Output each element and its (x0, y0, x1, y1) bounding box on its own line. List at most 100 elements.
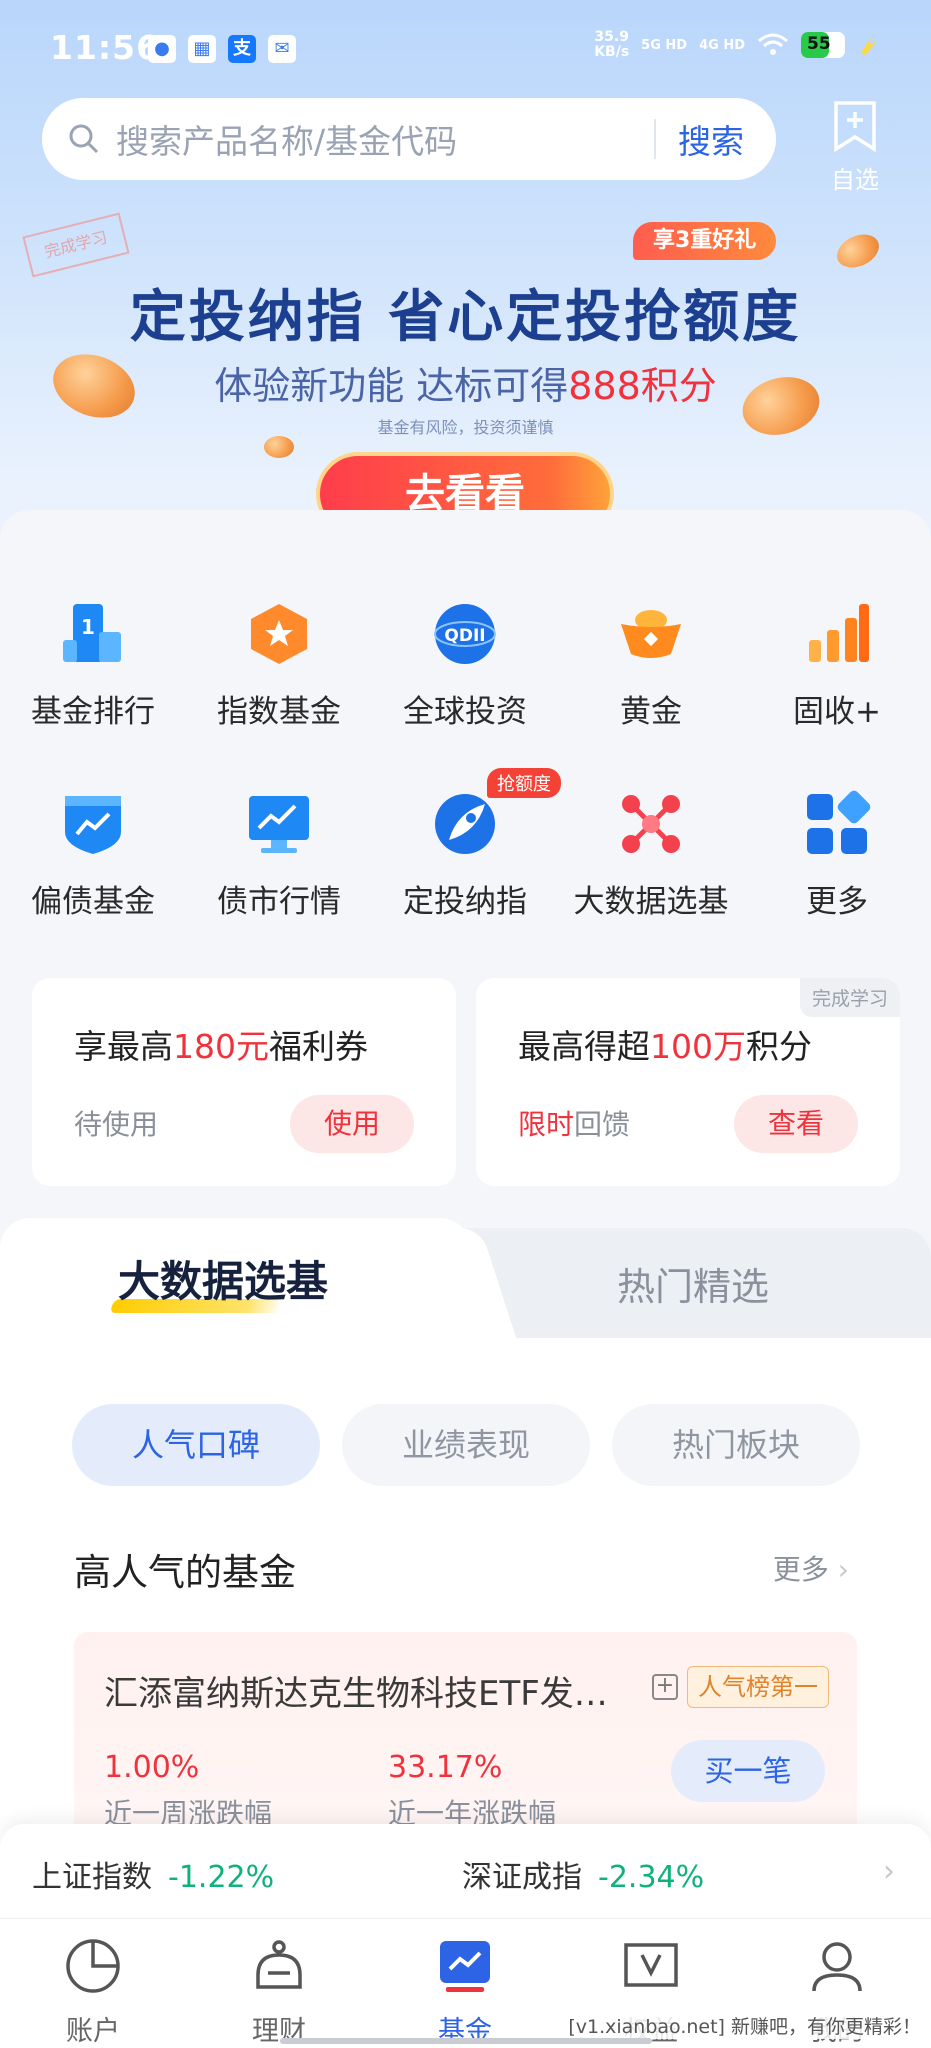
favorites-button[interactable]: 自选 (822, 100, 888, 195)
pie-chart-icon (66, 1939, 120, 1993)
menu-bond-fund[interactable]: 偏债基金 (0, 790, 186, 921)
status-right: 35.9 KB/s 5G HD 4G HD 55 (594, 30, 881, 60)
coin-icon (831, 228, 885, 274)
points-card-status: 限时回馈 (518, 1108, 631, 1141)
search-button[interactable]: 搜索 (656, 115, 776, 163)
coupon-card-title: 享最高180元福利券 (74, 1027, 368, 1066)
rocket-icon (435, 794, 495, 854)
menu-label: 偏债基金 (31, 884, 155, 920)
grab-quota-badge: 抢额度 (487, 768, 561, 798)
use-coupon-button[interactable]: 使用 (290, 1095, 414, 1153)
gift-badge: 享3重好礼 (633, 222, 777, 260)
net-speed-value: 35.9 (594, 29, 629, 45)
more-grid-icon (807, 790, 871, 854)
ticker-value: -1.22% (168, 1860, 275, 1895)
points-card[interactable]: 完成学习 最高得超100万积分 限时回馈 查看 (476, 978, 900, 1186)
coupon-icon (624, 1943, 678, 1987)
banner-subtitle-text: 体验新功能 达标可得 (214, 364, 569, 408)
menu-nasdaq-dca[interactable]: 抢额度 定投纳指 (372, 768, 561, 921)
banner-title: 定投纳指 省心定投抢额度 (129, 285, 802, 350)
tab-big-data-select[interactable]: 大数据选基 (118, 1248, 328, 1309)
market-ticker[interactable]: 上证指数 -1.22% 深证成指 -2.34% › (0, 1824, 931, 1918)
coin-icon (264, 436, 294, 458)
network-icon (622, 795, 680, 853)
tab-fund[interactable]: 基金 (372, 1937, 558, 2048)
calendar-icon: ▦ (188, 35, 216, 63)
svg-text:QDII: QDII (444, 626, 485, 646)
ticker-name: 深证成指 (462, 1860, 582, 1895)
notification-icons: ● ▦ 支 ✉ (148, 35, 296, 63)
pill-hot-sectors[interactable]: 热门板块 (612, 1404, 860, 1486)
qdii-icon: QDII (434, 604, 496, 664)
chevron-right-icon[interactable]: › (883, 1854, 895, 1889)
net-speed: 35.9 KB/s (594, 30, 629, 60)
search-bar[interactable]: 搜索产品名称/基金代码 搜索 (42, 98, 776, 180)
menu-label: 更多 (806, 884, 868, 920)
year-change-value: 33.17% (388, 1750, 503, 1785)
fund-name: 汇添富纳斯达克生物科技ETF发… (104, 1674, 608, 1714)
menu-bond-market[interactable]: 债市行情 (186, 790, 372, 921)
monitor-chart-icon (249, 796, 309, 853)
menu-label: 全球投资 (403, 694, 527, 730)
ranking-icon: 1 (63, 604, 121, 662)
study-stamp: 完成学习 (22, 212, 130, 278)
tab-label: 账户 (66, 2016, 120, 2047)
wechat-icon: ● (148, 35, 176, 63)
status-time: 11:56 (50, 28, 161, 67)
user-icon (812, 1942, 862, 1992)
coupon-card[interactable]: 享最高180元福利券 待使用 使用 (32, 978, 456, 1186)
menu-label: 大数据选基 (573, 884, 729, 920)
home-indicator[interactable] (280, 2038, 652, 2044)
signal-5g-icon: 5G HD (641, 37, 688, 53)
list-title: 高人气的基金 (74, 1551, 296, 1594)
search-icon (69, 124, 99, 154)
coupon-card-status: 待使用 (74, 1108, 159, 1141)
menu-more[interactable]: 更多 (744, 790, 930, 921)
add-favorite-icon[interactable]: + (652, 1674, 678, 1700)
menu-index-fund[interactable]: 指数基金 (186, 600, 372, 731)
favorites-label: 自选 (831, 166, 879, 194)
ticker-shanghai: 上证指数 -1.22% (32, 1852, 274, 1896)
ticker-shenzhen: 深证成指 -2.34% (462, 1852, 704, 1896)
buy-button[interactable]: 买一笔 (671, 1740, 825, 1802)
points-card-title: 最高得超100万积分 (518, 1027, 812, 1066)
alipay-icon: 支 (228, 35, 256, 63)
menu-label: 定投纳指 (403, 884, 527, 920)
wifi-icon (758, 33, 788, 55)
menu-fixed-income-plus[interactable]: 固收+ (744, 600, 930, 731)
ticker-name: 上证指数 (32, 1860, 152, 1895)
menu-label: 黄金 (620, 694, 682, 730)
popularity-rank-badge: 人气榜第一 (687, 1666, 829, 1708)
net-speed-unit: KB/s (594, 44, 630, 60)
more-label: 更多 (772, 1553, 829, 1586)
status-bar: 11:56 ● ▦ 支 ✉ 35.9 KB/s 5G HD 4G HD 55 (0, 0, 931, 100)
gold-ingot-icon (621, 610, 681, 658)
signal-4g-icon: 4G HD (699, 37, 745, 53)
more-link[interactable]: 更多 › (773, 1548, 849, 1588)
bar-chart-icon (809, 604, 869, 662)
tab-wealth[interactable]: 理财 (186, 1937, 372, 2048)
menu-gold[interactable]: 黄金 (558, 600, 744, 731)
svg-text:1: 1 (81, 615, 95, 639)
piggy-bank-icon (256, 1940, 302, 1989)
fund-chart-icon (440, 1941, 490, 1992)
pill-performance[interactable]: 业绩表现 (342, 1404, 590, 1486)
menu-big-data-select[interactable]: 大数据选基 (558, 790, 744, 921)
hero-banner-area: 11:56 ● ▦ 支 ✉ 35.9 KB/s 5G HD 4G HD 55 搜… (0, 0, 931, 560)
study-tag: 完成学习 (799, 978, 900, 1017)
view-points-button[interactable]: 查看 (734, 1095, 858, 1153)
battery-icon: 55 (801, 32, 845, 58)
search-input[interactable]: 搜索产品名称/基金代码 (116, 115, 654, 163)
tab-account[interactable]: 账户 (0, 1937, 186, 2048)
watermark: [v1.xianbao.net] 新赚吧，有你更精彩！ (568, 2012, 921, 2039)
menu-label: 基金排行 (31, 694, 155, 730)
menu-global-invest[interactable]: QDII 全球投资 (372, 600, 558, 731)
tab-hot-picks[interactable]: 热门精选 (617, 1256, 769, 1311)
menu-label: 债市行情 (217, 884, 341, 920)
pill-popularity[interactable]: 人气口碑 (72, 1404, 320, 1486)
bookmark-plus-icon (834, 101, 876, 153)
menu-fund-ranking[interactable]: 1 基金排行 (0, 600, 186, 731)
charging-icon (861, 37, 877, 55)
menu-label: 指数基金 (217, 694, 341, 730)
battery-level: 55 (807, 34, 831, 54)
